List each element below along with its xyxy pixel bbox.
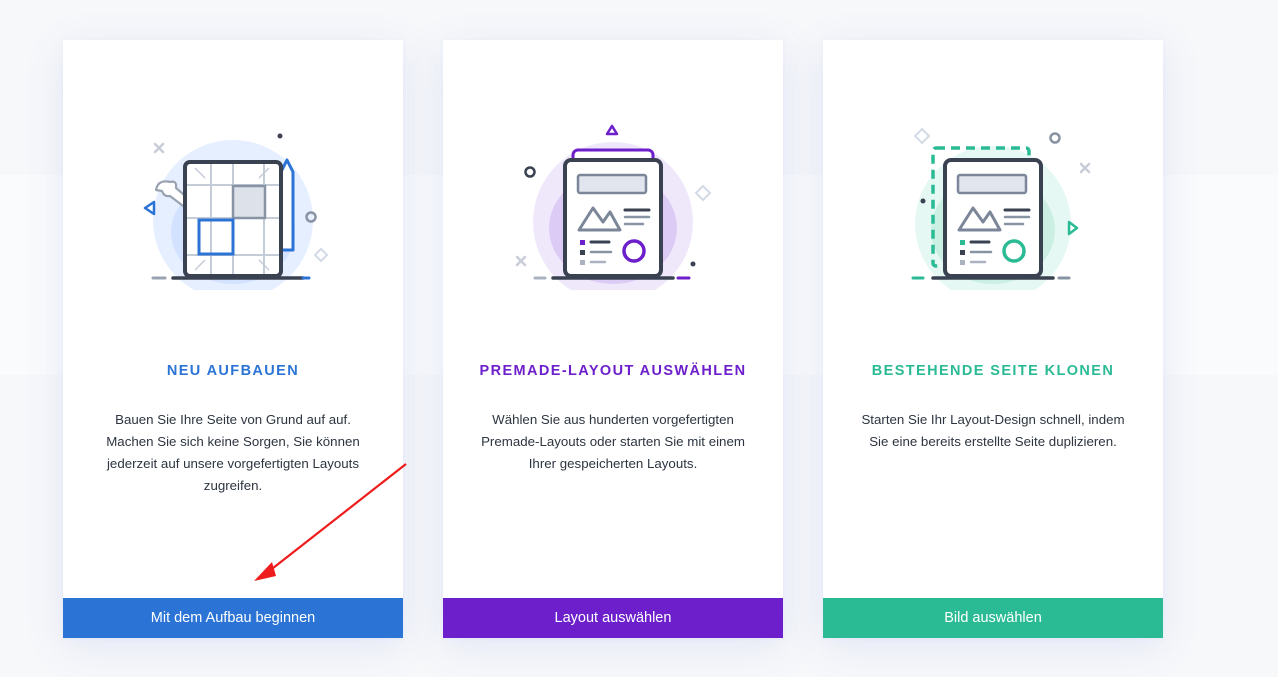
clone-page-icon xyxy=(893,120,1093,290)
clone-page-card: BESTEHENDE SEITE KLONEN Starten Sie Ihr … xyxy=(823,40,1163,638)
choose-page-button[interactable]: Bild auswählen xyxy=(823,598,1163,638)
card-description: Bauen Sie Ihre Seite von Grund auf auf. … xyxy=(106,412,360,493)
card-description: Starten Sie Ihr Layout-Design schnell, i… xyxy=(861,412,1125,449)
card-title: PREMADE-LAYOUT AUSWÄHLEN xyxy=(479,363,747,379)
card-description: Wählen Sie aus hunderten vorgefertigten … xyxy=(481,412,745,471)
card-title: NEU AUFBAUEN xyxy=(166,363,300,379)
card-title: BESTEHENDE SEITE KLONEN xyxy=(871,363,1115,379)
layout-document-icon xyxy=(513,120,713,290)
choose-layout-button[interactable]: Layout auswählen xyxy=(443,598,783,638)
build-from-scratch-card: NEU AUFBAUEN Bauen Sie Ihre Seite von Gr… xyxy=(63,40,403,638)
start-building-button[interactable]: Mit dem Aufbau beginnen xyxy=(63,598,403,638)
premade-layout-card: PREMADE-LAYOUT AUSWÄHLEN Wählen Sie aus … xyxy=(443,40,783,638)
blueprint-grid-icon xyxy=(133,120,333,290)
